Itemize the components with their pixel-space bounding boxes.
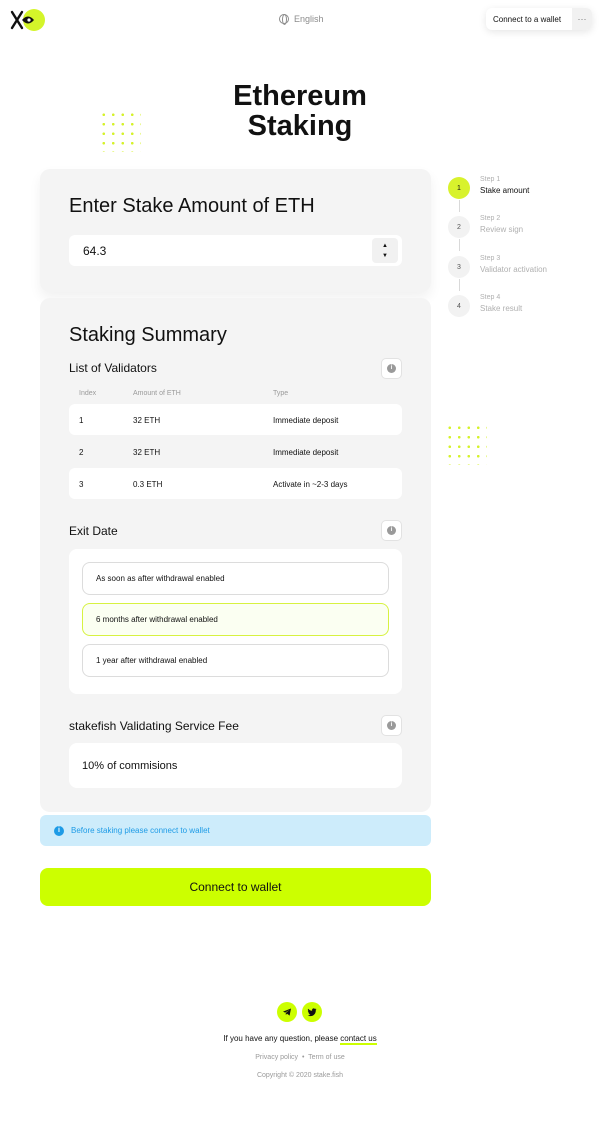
step-number: 4 [448, 295, 470, 317]
page-title: Ethereum Staking [200, 81, 400, 141]
page-title-line-2: Staking [247, 110, 353, 142]
stake-amount-card: Enter Stake Amount of ETH 64.3 ▲ ▼ [40, 169, 431, 292]
amount-stepper[interactable]: ▲ ▼ [372, 238, 398, 263]
language-selector[interactable]: English [279, 14, 324, 25]
step-name: Stake result [480, 304, 523, 313]
step-sub-label: Step 4 [480, 294, 501, 301]
column-header-index: Index [79, 390, 97, 397]
telegram-button[interactable] [277, 1002, 297, 1022]
row-amount: 32 ETH [133, 416, 161, 425]
privacy-policy-link[interactable]: Privacy policy [255, 1054, 298, 1061]
info-icon: i [54, 825, 64, 836]
connect-wallet-header-label: Connect to a wallet [493, 14, 562, 24]
row-index: 2 [79, 448, 84, 457]
footer-question-text: If you have any question, please [223, 1034, 341, 1043]
contact-us-link[interactable]: contact us [340, 1034, 377, 1045]
step-number: 3 [448, 256, 470, 278]
column-header-amount: Amount of ETH [133, 390, 181, 397]
staking-summary-heading: Staking Summary [69, 324, 227, 346]
step-1: 1 Step 1 Stake amount [448, 176, 588, 202]
step-connector [459, 279, 460, 291]
more-options-icon[interactable]: ··· [572, 8, 592, 30]
twitter-icon [307, 1008, 317, 1017]
row-type: Immediate deposit [273, 448, 339, 457]
step-number: 2 [448, 216, 470, 238]
step-2: 2 Step 2 Review sign [448, 215, 588, 241]
row-type: Activate in ~2-3 days [273, 480, 348, 489]
connect-wallet-notice: i Before staking please connect to walle… [40, 815, 431, 846]
page-title-line-1: Ethereum [233, 80, 367, 112]
globe-icon [279, 14, 289, 25]
info-icon: i [387, 526, 396, 535]
table-row: 1 32 ETH Immediate deposit [69, 404, 402, 435]
exit-date-heading: Exit Date [69, 524, 118, 538]
validators-info-button[interactable]: i [381, 358, 402, 379]
step-connector [459, 200, 460, 212]
stepper-up-icon[interactable]: ▲ [382, 241, 388, 251]
staking-summary-card: Staking Summary List of Validators i Ind… [40, 298, 431, 812]
exit-date-options: As soon as after withdrawal enabled 6 mo… [69, 549, 402, 694]
info-icon: i [387, 364, 396, 373]
service-fee-value: 10% of commisions [69, 743, 402, 788]
stakefish-logo-icon[interactable] [10, 9, 46, 31]
footer-links: Privacy policy • Term of use [0, 1054, 600, 1061]
footer-question: If you have any question, please contact… [0, 1034, 600, 1045]
row-index: 3 [79, 480, 84, 489]
connect-wallet-button[interactable]: Connect to wallet [40, 868, 431, 906]
stepper-down-icon[interactable]: ▼ [382, 251, 388, 261]
step-name: Review sign [480, 225, 524, 234]
step-sub-label: Step 2 [480, 215, 501, 222]
terms-of-use-link[interactable]: Term of use [308, 1054, 345, 1061]
table-row: 2 32 ETH Immediate deposit [69, 436, 402, 467]
footer-separator: • [301, 1054, 305, 1061]
step-4: 4 Step 4 Stake result [448, 294, 588, 320]
row-type: Immediate deposit [273, 416, 339, 425]
step-sub-label: Step 1 [480, 176, 501, 183]
table-row: 3 0.3 ETH Activate in ~2-3 days [69, 468, 402, 499]
column-header-type: Type [273, 390, 289, 397]
exit-date-info-button[interactable]: i [381, 520, 402, 541]
step-sub-label: Step 3 [480, 255, 501, 262]
copyright: Copyright © 2020 stake.fish [256, 1072, 344, 1079]
stake-amount-heading: Enter Stake Amount of ETH [69, 195, 315, 217]
service-fee-heading: stakefish Validating Service Fee [69, 719, 239, 733]
exit-option-1-year[interactable]: 1 year after withdrawal enabled [82, 644, 389, 677]
exit-option-asap[interactable]: As soon as after withdrawal enabled [82, 562, 389, 595]
step-connector [459, 239, 460, 251]
step-name: Stake amount [480, 186, 530, 195]
stake-amount-value: 64.3 [83, 243, 107, 258]
service-fee-info-button[interactable]: i [381, 715, 402, 736]
twitter-button[interactable] [302, 1002, 322, 1022]
row-amount: 0.3 ETH [133, 480, 163, 489]
decorative-dots [99, 110, 141, 152]
decorative-dots [445, 423, 487, 465]
stake-amount-input[interactable]: 64.3 ▲ ▼ [69, 235, 402, 266]
row-amount: 32 ETH [133, 448, 161, 457]
step-name: Validator activation [480, 265, 547, 274]
connect-wallet-header-button[interactable]: Connect to a wallet ··· [486, 8, 592, 30]
notice-text: Before staking please connect to wallet [71, 826, 210, 835]
info-icon: i [387, 721, 396, 730]
row-index: 1 [79, 416, 84, 425]
validators-heading: List of Validators [69, 361, 157, 375]
language-label: English [294, 14, 324, 24]
step-3: 3 Step 3 Validator activation [448, 255, 588, 281]
telegram-icon [283, 1008, 291, 1016]
exit-option-6-months[interactable]: 6 months after withdrawal enabled [82, 603, 389, 636]
step-number: 1 [448, 177, 470, 199]
